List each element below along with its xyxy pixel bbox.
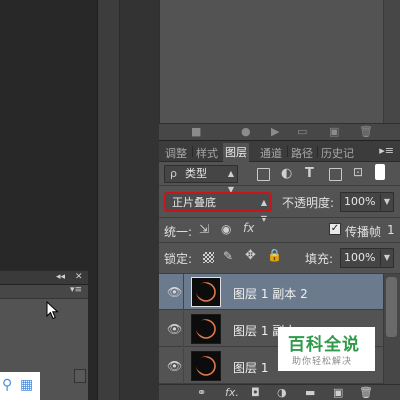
fill-value: 100% bbox=[344, 251, 376, 264]
divider bbox=[159, 242, 400, 243]
panel-dock-gutter bbox=[97, 0, 119, 400]
trash-icon[interactable]: 🗑 bbox=[359, 125, 373, 138]
search-chip[interactable]: ⚲ ▦ bbox=[0, 372, 40, 400]
type-filter-icon[interactable]: T bbox=[305, 166, 314, 181]
unify-position-icon[interactable]: ⇲ bbox=[199, 222, 209, 236]
play-icon[interactable]: ▶ bbox=[271, 125, 279, 138]
frame-number: 1 bbox=[387, 223, 395, 237]
lock-transparent-icon[interactable] bbox=[203, 252, 214, 263]
unify-style-icon[interactable]: fx bbox=[243, 221, 254, 235]
grid-icon[interactable]: ▦ bbox=[20, 377, 33, 393]
panel-menu-icon[interactable]: ▸≡ bbox=[379, 144, 394, 157]
visibility-eye-icon[interactable]: 👁 bbox=[167, 285, 182, 299]
lock-label: 锁定: bbox=[164, 252, 193, 266]
panel-dock-column bbox=[119, 0, 159, 400]
smart-object-filter-icon[interactable]: ⊡ bbox=[353, 165, 363, 179]
layers-bottom-bar: ⚭ fx. ◘ ◑ ▬ ▣ 🗑 bbox=[159, 384, 400, 400]
divider bbox=[159, 217, 400, 218]
visibility-eye-icon[interactable]: 👁 bbox=[167, 359, 182, 373]
opacity-label: 不透明度: bbox=[282, 196, 335, 210]
watermark-logo: 百科全说 助你轻松解决 bbox=[278, 327, 375, 371]
lock-all-icon[interactable]: 🔒 bbox=[267, 248, 282, 262]
layers-scrollbar-thumb[interactable] bbox=[386, 277, 397, 337]
new-action-icon[interactable]: ▣ bbox=[329, 125, 339, 138]
chevron-down-icon: ▲ ▼ bbox=[260, 198, 267, 223]
actions-toolbar: ■ ● ▶ ▭ ▣ 🗑 bbox=[159, 123, 400, 140]
collapse-icon[interactable]: ◂◂ bbox=[56, 272, 65, 282]
unify-label: 统一: bbox=[164, 225, 193, 239]
layer-name[interactable]: 图层 1 副本 2 bbox=[233, 285, 308, 302]
opacity-value: 100% bbox=[344, 195, 376, 208]
watermark-title: 百科全说 bbox=[288, 335, 360, 355]
tab-divider bbox=[192, 146, 193, 157]
close-icon[interactable]: ✕ bbox=[75, 272, 83, 282]
new-layer-icon[interactable]: ▣ bbox=[333, 386, 343, 399]
layer-thumbnail[interactable] bbox=[191, 351, 221, 381]
adjustment-layer-icon[interactable]: ◑ bbox=[277, 386, 287, 399]
watermark-subtitle: 助你轻松解决 bbox=[292, 357, 353, 367]
tab-styles[interactable]: 样式 bbox=[196, 145, 218, 161]
tab-channels[interactable]: 通道 bbox=[260, 145, 282, 161]
layer-row[interactable]: 👁 图层 1 副本 2 bbox=[159, 274, 383, 310]
divider bbox=[159, 185, 400, 186]
tab-divider bbox=[287, 146, 288, 157]
unify-visibility-icon[interactable]: ◉ bbox=[221, 222, 231, 236]
chevron-down-icon[interactable]: ▼ bbox=[379, 250, 390, 266]
layer-thumbnail[interactable] bbox=[191, 277, 221, 307]
adjustment-filter-icon[interactable]: ◐ bbox=[281, 166, 292, 181]
floating-panel-menubar: ▾≡ bbox=[0, 285, 88, 299]
layer-name[interactable]: 图层 1 bbox=[233, 359, 268, 376]
record-icon[interactable]: ● bbox=[241, 125, 251, 138]
chevron-down-icon[interactable]: ▼ bbox=[379, 194, 390, 210]
blend-mode-value: 正片叠底 bbox=[172, 196, 216, 209]
blend-mode-dropdown[interactable]: 正片叠底 ▲ ▼ bbox=[164, 192, 272, 223]
eye-column-divider bbox=[183, 348, 184, 384]
filter-toggle-switch[interactable] bbox=[375, 164, 385, 180]
fill-field[interactable]: 100% ▼ bbox=[340, 248, 394, 268]
eye-column-divider bbox=[183, 311, 184, 347]
folder-icon[interactable]: ▭ bbox=[297, 125, 307, 138]
panel-menu-icon[interactable]: ▾≡ bbox=[70, 285, 82, 295]
tab-history[interactable]: 历史记 bbox=[321, 145, 354, 161]
propagate-frame-checkbox[interactable]: ✓ bbox=[329, 223, 341, 235]
link-layers-icon[interactable]: ⚭ bbox=[197, 386, 206, 399]
visibility-eye-icon[interactable]: 👁 bbox=[167, 322, 182, 336]
tab-divider bbox=[317, 146, 318, 157]
search-icon: ρ bbox=[170, 167, 177, 180]
layer-style-icon[interactable]: fx. bbox=[225, 386, 239, 399]
actions-panel bbox=[159, 0, 400, 123]
layer-thumbnail[interactable] bbox=[191, 314, 221, 344]
resize-handle[interactable] bbox=[74, 369, 86, 383]
group-folder-icon[interactable]: ▬ bbox=[305, 386, 315, 399]
add-mask-icon[interactable]: ◘ bbox=[251, 386, 260, 399]
floating-panel-body bbox=[0, 299, 88, 373]
filter-kind-label: 类型 bbox=[185, 167, 207, 180]
stop-icon[interactable]: ■ bbox=[191, 125, 201, 138]
search-icon[interactable]: ⚲ bbox=[2, 377, 12, 393]
actions-scrollbar[interactable] bbox=[383, 0, 400, 123]
tab-adjustments[interactable]: 调整 bbox=[165, 145, 187, 161]
fill-label: 填充: bbox=[305, 252, 334, 266]
propagate-frame-label: 传播帧 bbox=[345, 225, 382, 239]
lock-pixels-icon[interactable]: ✎ bbox=[223, 249, 233, 263]
floating-panel-titlebar[interactable]: ◂◂ ✕ bbox=[0, 271, 88, 285]
panel-tabbar: 调整 样式 图层 通道 路径 历史记 ▸≡ bbox=[159, 140, 400, 164]
eye-column-divider bbox=[183, 274, 184, 310]
opacity-field[interactable]: 100% ▼ bbox=[340, 192, 394, 212]
filter-kind-dropdown[interactable]: ρ 类型 ▲ ▼ bbox=[164, 165, 238, 194]
pixel-filter-icon[interactable] bbox=[257, 168, 270, 181]
mouse-cursor-icon bbox=[46, 300, 60, 324]
tab-paths[interactable]: 路径 bbox=[291, 145, 313, 161]
trash-icon[interactable]: 🗑 bbox=[359, 386, 373, 399]
shape-filter-icon[interactable] bbox=[329, 168, 342, 181]
lock-position-icon[interactable]: ✥ bbox=[245, 248, 256, 263]
tab-layers[interactable]: 图层 bbox=[223, 143, 249, 164]
